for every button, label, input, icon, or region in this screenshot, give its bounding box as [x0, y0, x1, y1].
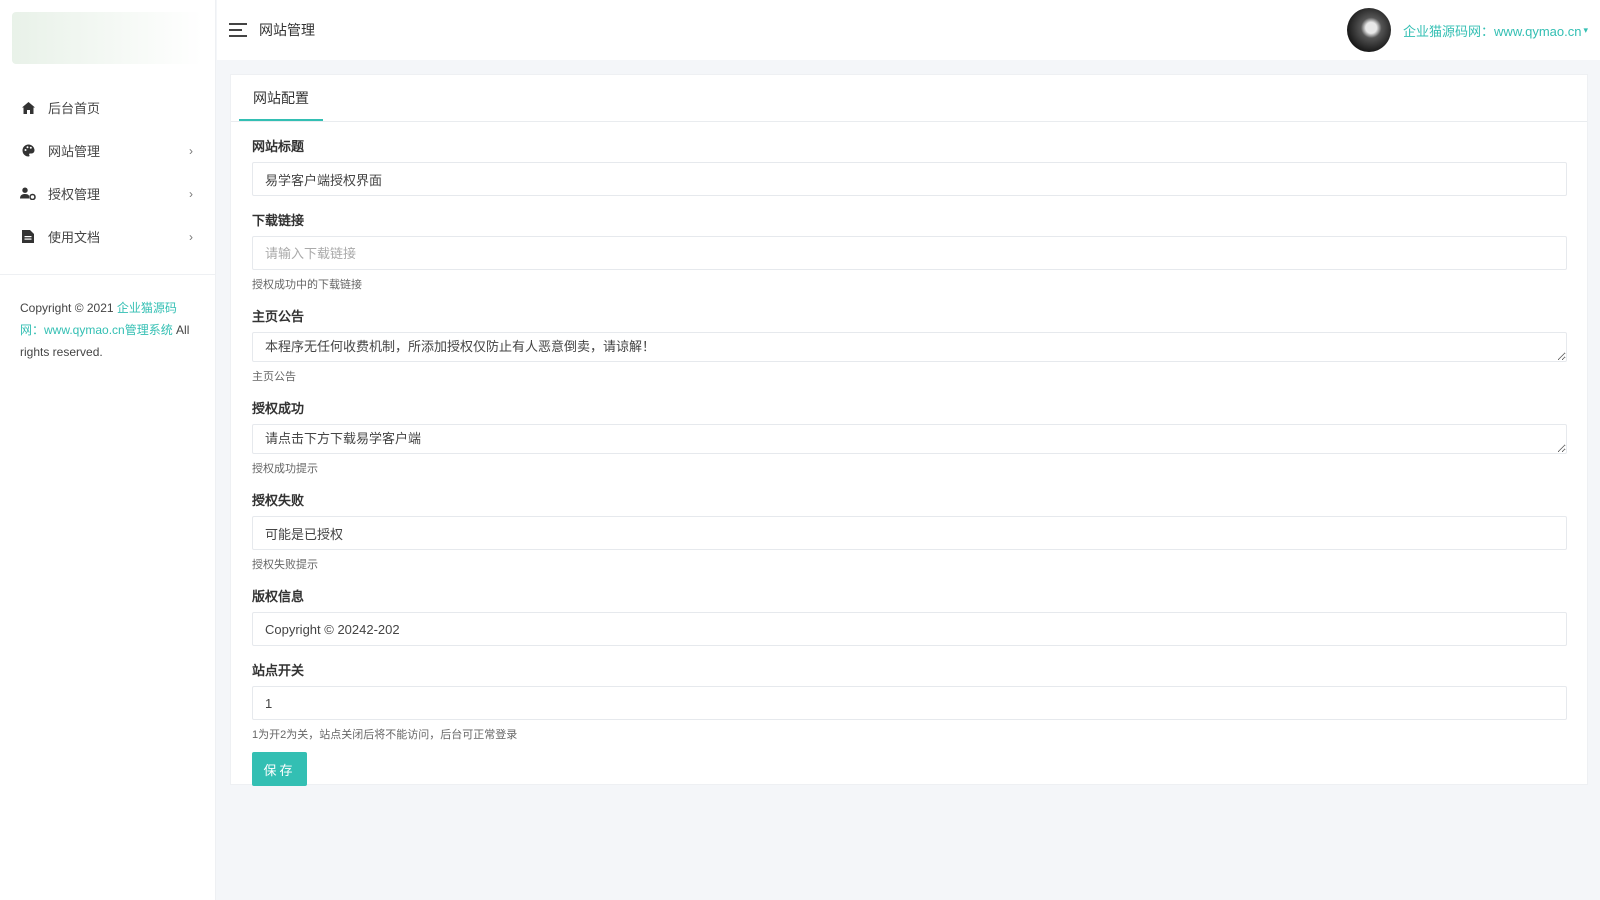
page-title: 网站管理: [259, 22, 315, 38]
field-announcement: 主页公告 本程序无任何收费机制，所添加授权仅防止有人恶意倒卖，请谅解！ 主页公告: [252, 306, 1567, 384]
sidebar-item-auth-management[interactable]: 授权管理 ›: [0, 172, 215, 215]
sidebar-item-documentation[interactable]: 使用文档 ›: [0, 215, 215, 258]
copyright-label: 版权信息: [252, 589, 305, 604]
field-site-title: 网站标题: [252, 136, 1567, 196]
download-link-input[interactable]: [252, 236, 1567, 270]
sidebar-item-label: 使用文档: [48, 230, 101, 245]
tab-site-config[interactable]: 网站配置: [239, 75, 323, 121]
top-header: 网站管理 企业猫源码网：www.qymao.cn ▾: [217, 0, 1600, 60]
copyright-prefix: Copyright © 2021: [20, 301, 117, 315]
sidebar-nav: 后台首页 网站管理 › 授权管理 › 使用文档 ›: [0, 74, 215, 275]
field-site-switch: 站点开关 1为开2为关，站点关闭后将不能访问，后台可正常登录: [252, 660, 1567, 742]
site-config-form: 网站标题 下载链接 授权成功中的下载链接 主页公告 本程序无任何收费机制，所添加…: [231, 122, 1587, 786]
auth-success-help: 授权成功提示: [252, 463, 318, 475]
logo: [12, 12, 202, 64]
announcement-help: 主页公告: [252, 371, 296, 383]
sidebar-item-label: 网站管理: [48, 144, 101, 159]
sidebar-item-site-management[interactable]: 网站管理 ›: [0, 129, 215, 172]
sidebar-item-label: 后台首页: [48, 101, 101, 116]
tab-bar: 网站配置: [231, 75, 1587, 122]
logo-area: [0, 0, 215, 74]
sidebar: 后台首页 网站管理 › 授权管理 › 使用文档 › Copyright © 20…: [0, 0, 216, 900]
auth-fail-input[interactable]: [252, 516, 1567, 550]
field-download-link: 下载链接 授权成功中的下载链接: [252, 210, 1567, 292]
site-switch-help: 1为开2为关，站点关闭后将不能访问，后台可正常登录: [252, 729, 518, 741]
config-card: 网站配置 网站标题 下载链接 授权成功中的下载链接 主页公告 本程序无任何收费机…: [230, 74, 1588, 786]
user-name-link[interactable]: 企业猫源码网：www.qymao.cn: [1403, 21, 1581, 40]
site-switch-label: 站点开关: [252, 663, 305, 678]
document-icon: [20, 229, 36, 245]
auth-fail-label: 授权失败: [252, 493, 305, 508]
auth-success-label: 授权成功: [252, 401, 305, 416]
download-link-help: 授权成功中的下载链接: [252, 279, 362, 291]
sidebar-copyright: Copyright © 2021 企业猫源码网：www.qymao.cn管理系统…: [0, 275, 215, 385]
announcement-label: 主页公告: [252, 309, 305, 324]
copyright-input[interactable]: [252, 612, 1567, 646]
caret-down-icon[interactable]: ▾: [1583, 25, 1588, 36]
chevron-right-icon: ›: [189, 229, 193, 244]
palette-icon: [20, 143, 36, 159]
field-copyright: 版权信息: [252, 586, 1567, 646]
field-auth-success: 授权成功 请点击下方下载易学客户端 授权成功提示: [252, 398, 1567, 476]
save-button[interactable]: 保存: [252, 752, 307, 786]
avatar[interactable]: [1347, 8, 1392, 52]
announcement-textarea[interactable]: 本程序无任何收费机制，所添加授权仅防止有人恶意倒卖，请谅解！: [252, 332, 1567, 362]
user-gear-icon: [20, 186, 36, 202]
sidebar-item-home[interactable]: 后台首页: [0, 86, 215, 129]
download-link-label: 下载链接: [252, 213, 305, 228]
site-title-label: 网站标题: [252, 139, 305, 154]
user-menu[interactable]: 企业猫源码网：www.qymao.cn ▾: [1347, 8, 1588, 52]
field-auth-fail: 授权失败 授权失败提示: [252, 490, 1567, 572]
home-icon: [20, 100, 36, 116]
menu-toggle-icon[interactable]: [229, 23, 247, 37]
site-switch-input[interactable]: [252, 686, 1567, 720]
auth-fail-help: 授权失败提示: [252, 559, 318, 571]
chevron-right-icon: ›: [189, 186, 193, 201]
site-title-input[interactable]: [252, 162, 1567, 196]
auth-success-textarea[interactable]: 请点击下方下载易学客户端: [252, 424, 1567, 454]
chevron-right-icon: ›: [189, 143, 193, 158]
sidebar-item-label: 授权管理: [48, 187, 101, 202]
